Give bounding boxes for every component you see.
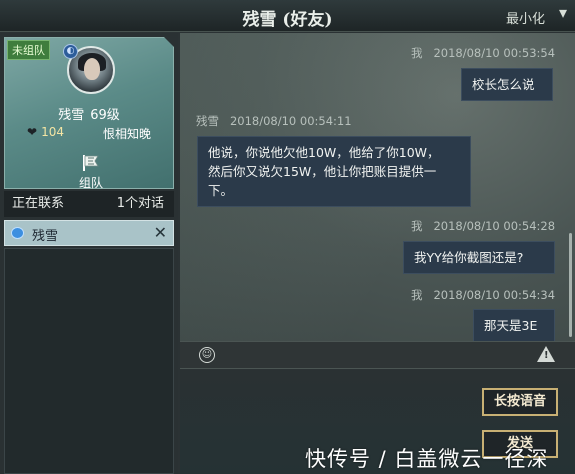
chat-history[interactable]: 我 2018/08/10 00:53:54 校长怎么说 残雪 2018/08/1… xyxy=(180,33,575,341)
friend-level: 69级 xyxy=(90,108,120,123)
chat-bubble-icon xyxy=(11,227,24,239)
emoji-icon[interactable]: ☺ xyxy=(199,347,215,363)
relation-title: 恨相知晚 xyxy=(103,127,152,141)
team-button[interactable]: 组队 xyxy=(71,154,111,191)
message-bubble-incoming: 他说，你说他欠他10W，他给了你10W， 然后你又说欠15W，他让你把账目提供一… xyxy=(197,136,471,207)
friend-profile-card: 未组队 ◐ 残雪 69级 ❤ 104 恨相知晚 组队 xyxy=(4,37,174,191)
title-bar: 残雪 (好友) 最小化 ▾ xyxy=(0,0,575,32)
message-bubble-outgoing: 校长怎么说 xyxy=(461,68,553,101)
minimize-icon[interactable]: ▾ xyxy=(559,3,567,22)
team-button-label: 组队 xyxy=(78,176,103,190)
team-status-badge: 未组队 xyxy=(7,40,50,60)
message-meta: 我 2018/08/10 00:53:54 xyxy=(411,46,556,60)
message-meta: 我 2018/08/10 00:54:34 xyxy=(411,288,556,302)
contact-list-empty-area xyxy=(4,248,174,474)
message-line: 然后你又说欠15W，他让你把账目提供一 xyxy=(208,164,437,179)
minimize-button[interactable]: 最小化 xyxy=(506,8,545,27)
report-warning-icon[interactable]: ! xyxy=(537,346,555,362)
chat-scrollbar[interactable] xyxy=(569,233,572,337)
hold-to-talk-button[interactable]: 长按语音 xyxy=(482,388,558,416)
message-line: 下。 xyxy=(208,183,234,198)
close-icon[interactable]: ✕ xyxy=(154,223,167,242)
message-line: 他说，你说他欠他10W，他给了你10W， xyxy=(208,145,440,160)
friend-name-level: 残雪 69级 xyxy=(5,104,173,123)
contact-item-selected[interactable]: 残雪 ✕ xyxy=(4,220,174,246)
message-meta: 我 2018/08/10 00:54:28 xyxy=(411,219,556,233)
avatar-face xyxy=(84,58,100,80)
contacts-header: 正在联系 1个对话 xyxy=(4,191,174,217)
card-corner-fold xyxy=(164,37,174,47)
input-toolbar: ☺ ! xyxy=(180,341,575,369)
window-title: 残雪 (好友) xyxy=(242,10,333,30)
contacts-header-label: 正在联系 xyxy=(12,196,65,211)
watermark-text: 快传号 / 白盖微云一径深 xyxy=(305,447,549,471)
friend-name: 残雪 xyxy=(58,108,85,123)
class-emblem-icon: ◐ xyxy=(63,44,78,59)
message-bubble-outgoing: 那天是3E xyxy=(473,309,555,341)
left-panel: 未组队 ◐ 残雪 69级 ❤ 104 恨相知晚 组队 正在联系 1个对话 残雪 ✕ xyxy=(0,33,178,474)
flag-icon xyxy=(83,155,99,171)
intimacy-row: ❤ 104 恨相知晚 xyxy=(27,125,167,141)
heart-icon: ❤ xyxy=(27,125,38,139)
message-meta: 残雪 2018/08/10 00:54:11 xyxy=(196,114,352,128)
conversation-count: 1个对话 xyxy=(116,196,164,211)
contact-name: 残雪 xyxy=(32,229,59,244)
message-bubble-outgoing: 我YY给你截图还是? xyxy=(403,241,555,274)
intimacy-value: 104 xyxy=(41,125,64,139)
